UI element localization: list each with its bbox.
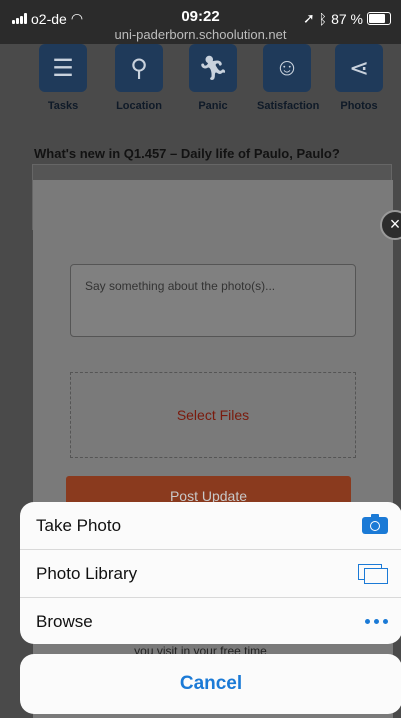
feature-toolbar: ☰ Tasks ⚲ Location 🏃︎ Panic ☺ Satisfacti… [0, 44, 401, 120]
page-title: What's new in Q1.457 – Daily life of Pau… [34, 146, 340, 161]
browser-url[interactable]: uni-paderborn.schoolution.net [0, 27, 401, 42]
bluetooth-icon: ᛒ [318, 10, 328, 27]
toolbar-tasks[interactable]: ☰ Tasks [33, 44, 93, 112]
toolbar-satisfaction[interactable]: ☺ Satisfaction [257, 44, 319, 112]
photo-library-option[interactable]: Photo Library [20, 549, 401, 597]
toolbar-panic[interactable]: 🏃︎ Panic [183, 44, 243, 112]
toolbar-photos[interactable]: ⋖ Photos [329, 44, 389, 112]
take-photo-option[interactable]: Take Photo [20, 502, 401, 549]
photo-library-icon [358, 563, 388, 584]
panic-runner-icon: 🏃︎ [189, 44, 237, 92]
status-right: ➚ ᛒ 87 % [303, 10, 391, 27]
share-icon: ⋖ [335, 44, 383, 92]
battery-percent: 87 % [331, 10, 363, 27]
take-photo-label: Take Photo [36, 515, 122, 535]
battery-icon [367, 12, 391, 25]
browse-label: Browse [36, 611, 93, 631]
location-pin-icon: ⚲ [115, 44, 163, 92]
more-dots-icon [365, 619, 388, 624]
status-bar: o2-de ◠ 09:22 uni-paderborn.schoolution.… [0, 0, 401, 44]
select-files-dropzone[interactable]: Select Files [70, 372, 356, 458]
action-sheet: Take Photo Photo Library Browse [20, 502, 401, 644]
photo-library-label: Photo Library [36, 563, 138, 583]
location-arrow-icon: ➚ [302, 10, 315, 26]
photo-caption-input[interactable]: Say something about the photo(s)... [70, 264, 356, 337]
toolbar-location[interactable]: ⚲ Location [109, 44, 169, 112]
cancel-button[interactable]: Cancel [20, 654, 401, 714]
tasks-icon: ☰ [39, 44, 87, 92]
select-files-label: Select Files [176, 407, 250, 423]
browse-option[interactable]: Browse [20, 597, 401, 644]
camera-icon [362, 514, 388, 534]
smiley-icon: ☺ [263, 44, 311, 92]
